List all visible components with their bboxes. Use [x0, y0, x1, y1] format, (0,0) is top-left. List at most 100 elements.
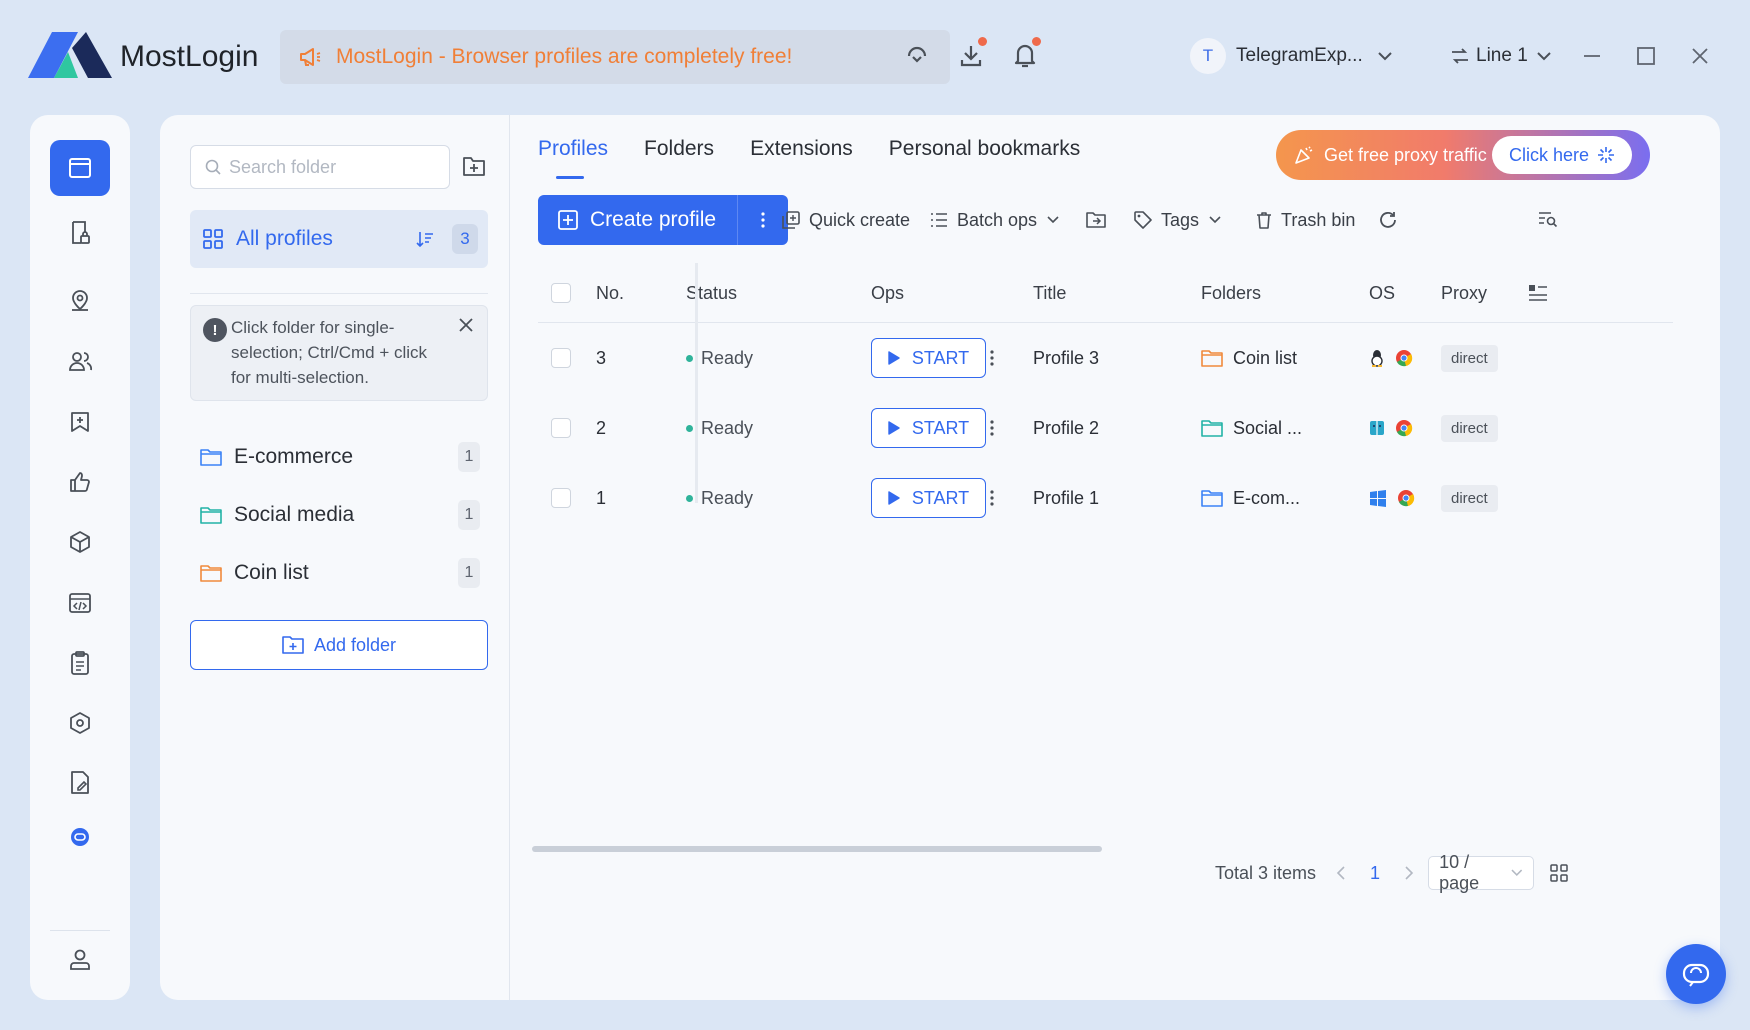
- folder-icon: [1201, 490, 1223, 507]
- table-header: No. Status Ops Title Folders OS Proxy: [538, 263, 1673, 323]
- users-icon: [69, 352, 93, 371]
- grid-view-icon[interactable]: [1550, 864, 1568, 882]
- nav-settings[interactable]: [50, 695, 110, 751]
- tags-button[interactable]: Tags: [1134, 195, 1221, 245]
- column-settings-button[interactable]: [1528, 263, 1548, 323]
- maximize-icon[interactable]: [1634, 44, 1658, 68]
- create-profile-button[interactable]: Create profile: [538, 195, 788, 245]
- status-text: Ready: [701, 487, 754, 508]
- nav-profiles[interactable]: [50, 140, 110, 196]
- nav-recommend[interactable]: [50, 454, 110, 510]
- nav-bookmarks[interactable]: [50, 394, 110, 450]
- horizontal-scrollbar[interactable]: [532, 846, 1102, 852]
- nav-extensions[interactable]: [50, 514, 110, 570]
- divider: [190, 293, 488, 294]
- trash-bin-button[interactable]: Trash bin: [1256, 195, 1355, 245]
- notifications-button[interactable]: [1010, 37, 1041, 70]
- start-button[interactable]: START: [871, 338, 986, 378]
- thumbs-up-icon: [70, 472, 90, 492]
- table-row[interactable]: 3 Ready START Profile 3 Coin list direct: [538, 323, 1673, 393]
- close-icon[interactable]: [457, 316, 475, 334]
- megaphone-icon: [300, 48, 321, 66]
- create-profile-main[interactable]: Create profile: [538, 195, 738, 245]
- all-profiles-item[interactable]: All profiles 3: [190, 210, 488, 268]
- row-checkbox-cell: [551, 393, 571, 463]
- document-edit-icon: [71, 771, 89, 794]
- row-more-button[interactable]: [990, 393, 994, 463]
- folder-item-ecommerce[interactable]: E-commerce 1: [190, 432, 488, 482]
- plus-square-icon: [558, 210, 578, 230]
- chevron-right-icon[interactable]: [1404, 866, 1414, 880]
- tab-extensions[interactable]: Extensions: [750, 137, 853, 179]
- add-folder-button[interactable]: Add folder: [190, 620, 488, 670]
- folder-item-social-media[interactable]: Social media 1: [190, 490, 488, 540]
- folder-count: 1: [458, 442, 480, 472]
- tags-label: Tags: [1161, 209, 1200, 230]
- select-all-checkbox[interactable]: [551, 283, 571, 303]
- create-profile-more[interactable]: [738, 212, 788, 228]
- quick-create-label: Quick create: [809, 209, 911, 230]
- info-icon: !: [203, 318, 227, 342]
- announcement-bar[interactable]: MostLogin - Browser profiles are complet…: [280, 30, 950, 84]
- minimize-icon[interactable]: [1580, 44, 1604, 68]
- tab-folders[interactable]: Folders: [644, 137, 714, 179]
- row-checkbox[interactable]: [551, 488, 571, 508]
- table-row[interactable]: 1 Ready START Profile 1 E-com... direct: [538, 463, 1673, 533]
- folder-icon: [200, 565, 222, 582]
- folder-count: 1: [458, 558, 480, 588]
- new-folder-icon[interactable]: [462, 155, 486, 177]
- nav-profile-lock[interactable]: [50, 205, 110, 261]
- refresh-button[interactable]: [1378, 195, 1398, 245]
- header-status[interactable]: Status: [686, 263, 737, 323]
- column-search-button[interactable]: [1538, 195, 1558, 245]
- folder-search-input[interactable]: [229, 156, 429, 178]
- row-checkbox[interactable]: [551, 418, 571, 438]
- row-proxy: direct: [1441, 323, 1498, 393]
- folder-search[interactable]: [190, 145, 450, 189]
- support-chat-button[interactable]: [1666, 944, 1726, 1004]
- header-title[interactable]: Title: [1033, 263, 1066, 323]
- nav-account[interactable]: [50, 931, 110, 987]
- tab-personal-bookmarks[interactable]: Personal bookmarks: [889, 137, 1080, 179]
- batch-ops-button[interactable]: Batch ops: [930, 195, 1059, 245]
- nav-api[interactable]: [50, 575, 110, 631]
- folder-icon: [1201, 420, 1223, 437]
- close-icon[interactable]: [1688, 44, 1712, 68]
- header-no[interactable]: No.: [596, 263, 624, 323]
- folder-item-coin-list[interactable]: Coin list 1: [190, 548, 488, 598]
- page-size-select[interactable]: 10 / page: [1428, 852, 1535, 893]
- browser-window-icon: [69, 158, 91, 178]
- row-folder: Social ...: [1201, 393, 1302, 463]
- tip-text: Click folder for single-selection; Ctrl/…: [231, 318, 428, 387]
- click-here-button[interactable]: Click here: [1492, 136, 1632, 174]
- tab-profiles[interactable]: Profiles: [538, 137, 608, 179]
- status-text: Ready: [701, 417, 754, 438]
- row-ops: START: [871, 323, 986, 393]
- nav-proxies[interactable]: [50, 272, 110, 328]
- line-selector[interactable]: Line 1: [1450, 45, 1552, 67]
- user-menu[interactable]: T TelegramExp...: [1190, 38, 1393, 74]
- nav-docs[interactable]: [50, 755, 110, 811]
- start-button[interactable]: START: [871, 478, 986, 518]
- app-logo: MostLogin: [28, 28, 258, 86]
- download-button[interactable]: [956, 37, 987, 70]
- chevron-left-icon[interactable]: [1336, 866, 1346, 880]
- table-row[interactable]: 2 Ready START Profile 2 Social ... direc…: [538, 393, 1673, 463]
- row-more-button[interactable]: [990, 463, 994, 533]
- row-checkbox[interactable]: [551, 348, 571, 368]
- header-folders[interactable]: Folders: [1201, 263, 1261, 323]
- sort-icon[interactable]: [416, 230, 434, 248]
- all-profiles-count: 3: [452, 224, 478, 254]
- nav-logs[interactable]: [50, 635, 110, 691]
- mostlogin-logo-icon: [28, 32, 112, 78]
- quick-create-button[interactable]: Quick create: [782, 195, 910, 245]
- start-button[interactable]: START: [871, 408, 986, 448]
- move-to-folder-button[interactable]: [1086, 195, 1106, 245]
- row-more-button[interactable]: [990, 323, 994, 393]
- current-page[interactable]: 1: [1370, 863, 1380, 884]
- support-icon[interactable]: [902, 40, 932, 70]
- proxy-promo-banner[interactable]: Get free proxy traffic Click here: [1276, 130, 1650, 180]
- folder-name: Coin list: [1233, 347, 1298, 368]
- nav-team[interactable]: [50, 333, 110, 389]
